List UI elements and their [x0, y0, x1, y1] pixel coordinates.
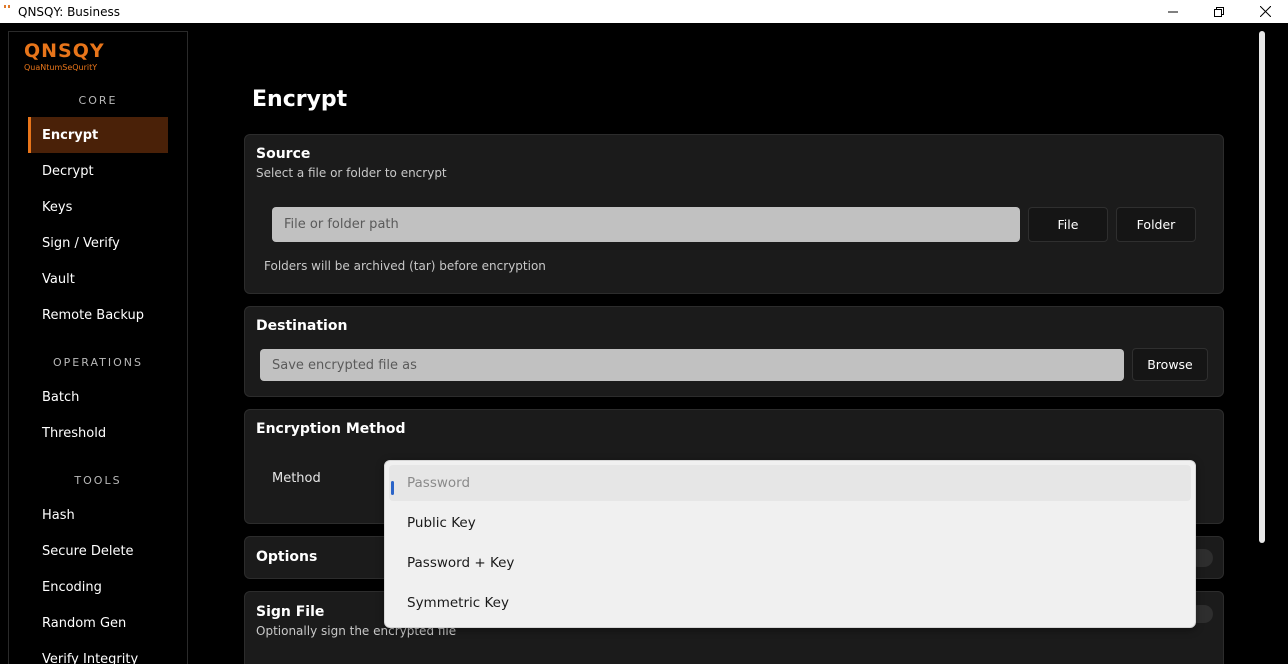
- close-icon: [1259, 6, 1271, 17]
- sidebar: QNSQY QuaNtumSeQuritY CORE Encrypt Decry…: [8, 31, 188, 664]
- sidebar-item-secure-delete[interactable]: Secure Delete: [28, 533, 168, 569]
- window-title: QNSQY: Business: [18, 4, 120, 19]
- folder-button[interactable]: Folder: [1116, 207, 1196, 242]
- sidebar-item-threshold[interactable]: Threshold: [28, 415, 168, 451]
- close-button[interactable]: [1242, 0, 1288, 23]
- sidebar-item-encoding[interactable]: Encoding: [28, 569, 168, 605]
- title-bar: QNSQY: Business: [0, 0, 1288, 23]
- destination-card: Destination Save encrypted file as Brows…: [244, 306, 1224, 397]
- sidebar-item-decrypt[interactable]: Decrypt: [28, 153, 168, 189]
- source-title: Source: [256, 146, 311, 162]
- section-label-operations: OPERATIONS: [53, 356, 143, 369]
- source-subtitle: Select a file or folder to encrypt: [256, 166, 447, 180]
- source-card: Source Select a file or folder to encryp…: [244, 134, 1224, 294]
- method-dropdown[interactable]: Password Public Key Password + Key Symme…: [384, 460, 1196, 628]
- window-controls: [1150, 0, 1288, 23]
- options-title: Options: [256, 549, 318, 565]
- sidebar-item-sign-verify[interactable]: Sign / Verify: [28, 225, 168, 261]
- sidebar-item-vault[interactable]: Vault: [28, 261, 168, 297]
- logo: QNSQY: [24, 40, 105, 62]
- source-note: Folders will be archived (tar) before en…: [264, 259, 546, 273]
- browse-button[interactable]: Browse: [1132, 348, 1208, 381]
- logo-tagline: QuaNtumSeQuritY: [24, 63, 98, 72]
- sidebar-item-batch[interactable]: Batch: [28, 379, 168, 415]
- method-option-symmetric-key[interactable]: Symmetric Key: [389, 585, 1191, 621]
- source-path-input[interactable]: File or folder path: [272, 207, 1020, 242]
- sidebar-item-keys[interactable]: Keys: [28, 189, 168, 225]
- method-option-password-key[interactable]: Password + Key: [389, 545, 1191, 581]
- section-label-tools: TOOLS: [74, 474, 122, 487]
- sidebar-item-encrypt[interactable]: Encrypt: [28, 117, 168, 153]
- sign-file-title: Sign File: [256, 604, 325, 620]
- scrollbar-thumb[interactable]: [1259, 31, 1265, 543]
- minimize-icon: [1168, 11, 1178, 12]
- file-button[interactable]: File: [1028, 207, 1108, 242]
- sidebar-item-verify-integrity[interactable]: Verify Integrity: [28, 641, 168, 664]
- page-title: Encrypt: [252, 87, 348, 112]
- section-label-core: CORE: [78, 94, 118, 107]
- app-icon: [4, 4, 12, 13]
- method-label: Method: [272, 471, 321, 486]
- destination-path-input[interactable]: Save encrypted file as: [260, 349, 1124, 381]
- encryption-method-title: Encryption Method: [256, 421, 406, 437]
- maximize-button[interactable]: [1196, 0, 1242, 23]
- sidebar-item-remote-backup[interactable]: Remote Backup: [28, 297, 168, 333]
- minimize-button[interactable]: [1150, 0, 1196, 23]
- sidebar-item-hash[interactable]: Hash: [28, 497, 168, 533]
- sidebar-item-random-gen[interactable]: Random Gen: [28, 605, 168, 641]
- destination-title: Destination: [256, 318, 348, 334]
- maximize-icon: [1214, 6, 1224, 17]
- brand: QNSQY QuaNtumSeQuritY: [24, 40, 105, 72]
- method-option-password[interactable]: Password: [389, 465, 1191, 501]
- scrollbar[interactable]: [1258, 31, 1266, 664]
- method-option-public-key[interactable]: Public Key: [389, 505, 1191, 541]
